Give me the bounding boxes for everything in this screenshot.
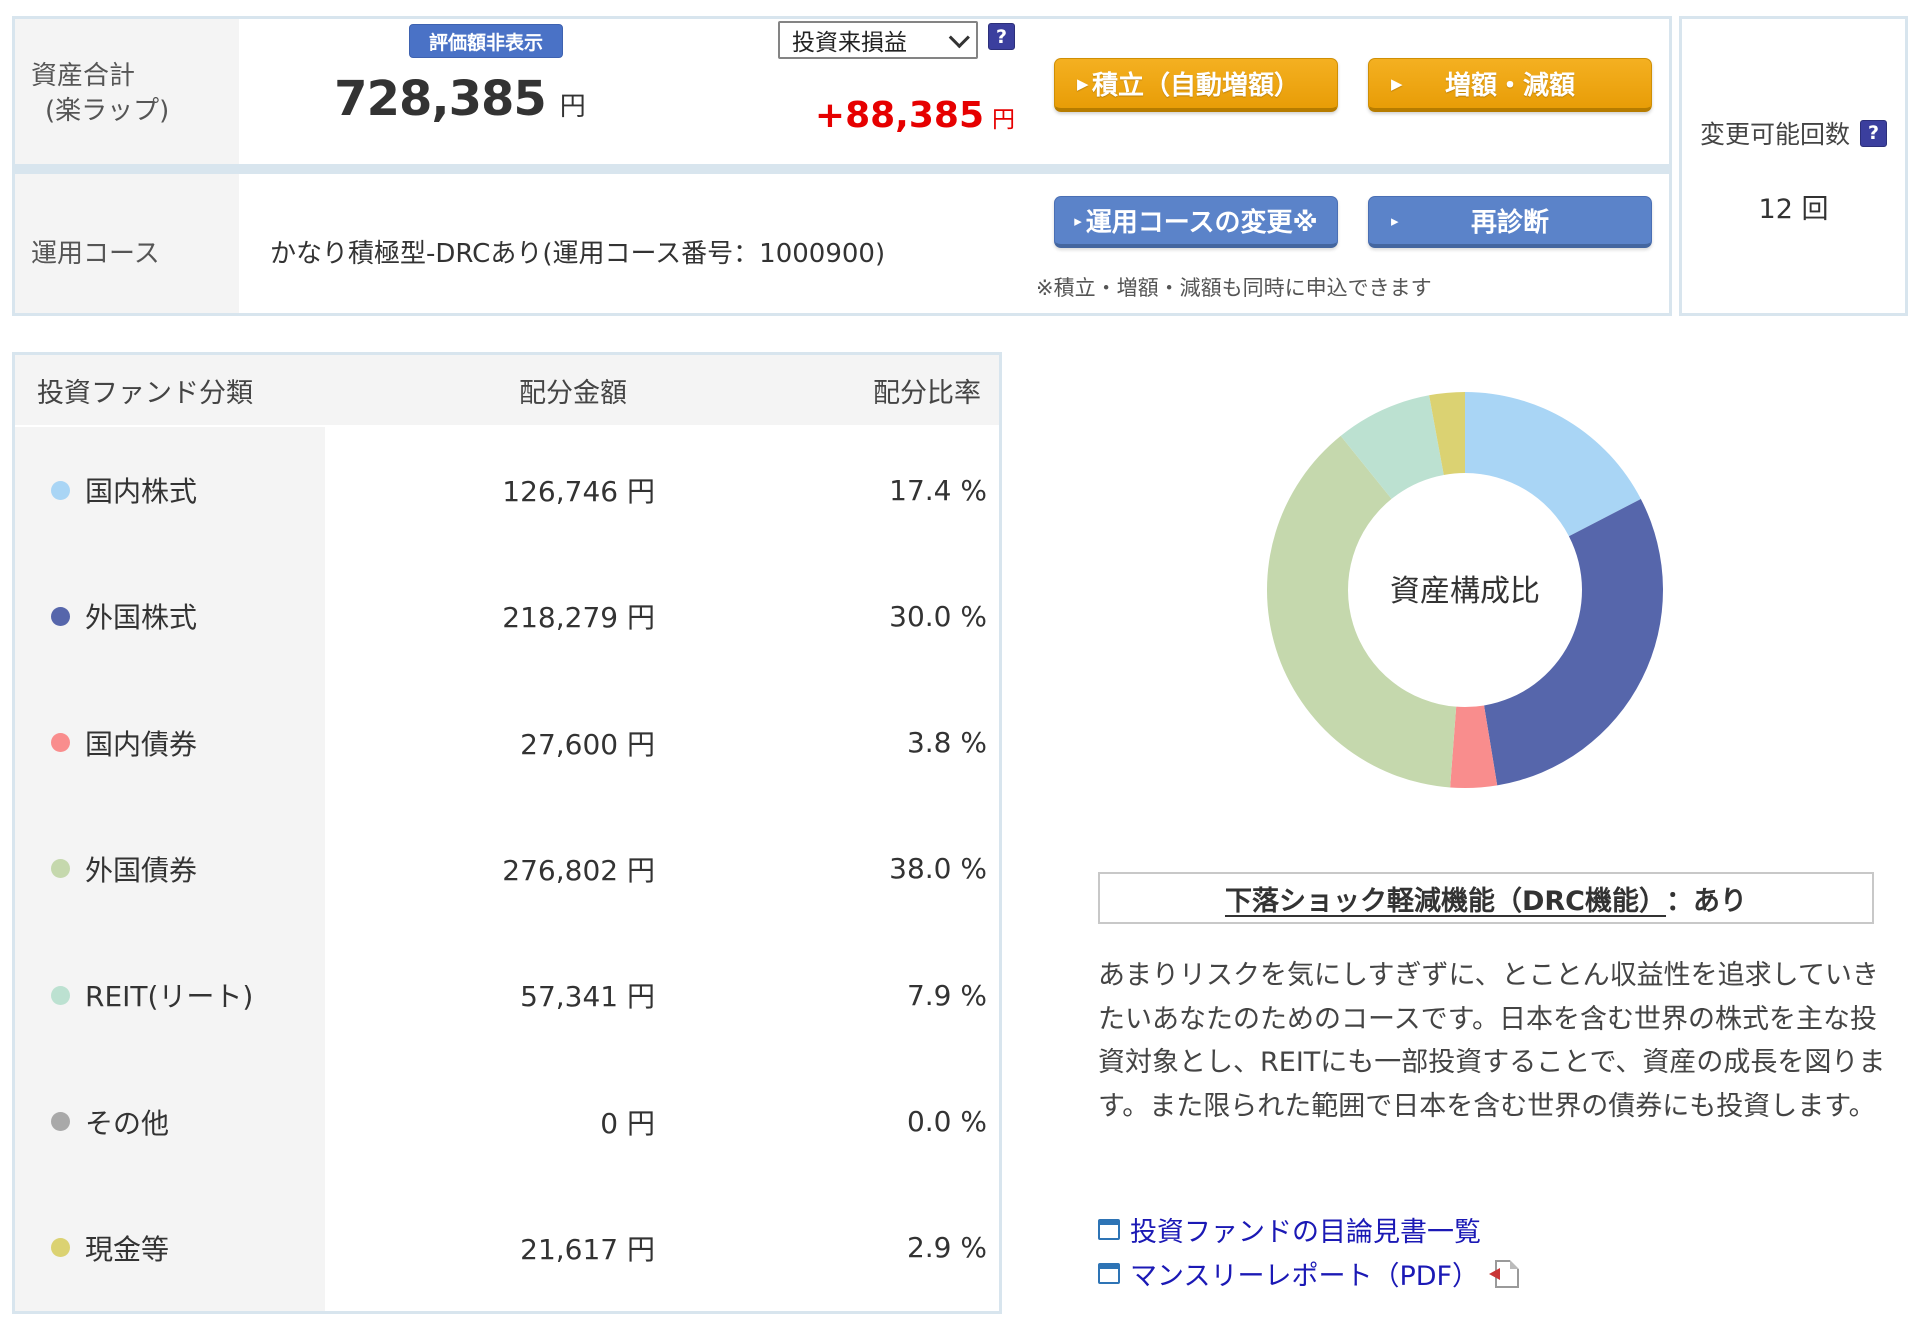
table-row-category: 現金等 <box>15 1185 325 1311</box>
donut-slice-外国債券 <box>1267 436 1456 788</box>
donut-slice-外国株式 <box>1484 499 1663 785</box>
category-label: REIT(リート) <box>85 975 253 1015</box>
profit-wrap: +88,385 円 <box>715 95 1015 136</box>
arrow-right-icon: ▸ <box>1391 212 1399 230</box>
help-icon-change-count[interactable] <box>1860 120 1887 147</box>
change-count-value: 12 回 <box>1682 187 1905 226</box>
ratio-cell: 2.9 % <box>675 1185 999 1311</box>
category-bullet <box>51 607 70 626</box>
table-row-category: 国内債券 <box>15 680 325 806</box>
category-label: その他 <box>85 1102 169 1142</box>
amount-cell: 0 円 <box>325 1058 675 1184</box>
category-bullet <box>51 859 70 878</box>
zougaku-genkaku-button[interactable]: ▶ 増額・減額 <box>1368 58 1652 112</box>
apply-note: ※積立・増額・減額も同時に申込できます <box>1036 272 1432 302</box>
prospectus-link-label: 投資ファンドの目論見書一覧 <box>1130 1210 1481 1249</box>
course-value: かなり積極型-DRCあり(運用コース番号：1000900) <box>270 233 885 270</box>
asset-total-label-main: 資産合計 <box>31 61 135 91</box>
profit-amount: +88,385 <box>815 95 984 136</box>
profit-amount-unit: 円 <box>992 100 1015 134</box>
category-bullet <box>51 1238 70 1257</box>
course-description: あまりリスクを気にしすぎずに、とことん収益性を追求していきたいあなたのためのコー… <box>1098 954 1903 1129</box>
chevron-down-icon <box>949 27 970 48</box>
hide-valuation-button[interactable]: 評価額非表示 <box>409 24 563 58</box>
tsumitate-button-label: 積立（自動増額） <box>1092 65 1300 102</box>
drc-title: 下落ショック軽減機能（DRC機能） <box>1225 879 1666 918</box>
ratio-cell: 3.8 % <box>675 680 999 806</box>
table-row-category: 外国株式 <box>15 553 325 679</box>
table-row-category: 国内株式 <box>15 427 325 553</box>
category-bullet <box>51 1112 70 1131</box>
category-label: 外国株式 <box>85 596 197 636</box>
amount-cell: 27,600 円 <box>325 680 675 806</box>
period-select-value: 投資来損益 <box>792 23 907 57</box>
column-header-ratio: 配分比率 <box>675 355 999 427</box>
total-amount-unit: 円 <box>560 86 586 123</box>
amount-cell: 218,279 円 <box>325 553 675 679</box>
arrow-right-icon: ▶ <box>1077 75 1089 93</box>
amount-cell: 126,746 円 <box>325 427 675 553</box>
total-amount-wrap: 728,385 円 <box>245 71 675 127</box>
prospectus-link[interactable]: 投資ファンドの目論見書一覧 <box>1098 1210 1481 1249</box>
period-select[interactable]: 投資来損益 <box>778 21 978 59</box>
tsumitate-button[interactable]: ▶ 積立（自動増額） <box>1054 58 1338 112</box>
donut-center-label: 資産構成比 <box>1315 566 1615 610</box>
category-label: 現金等 <box>85 1228 169 1268</box>
category-bullet <box>51 733 70 752</box>
course-change-button[interactable]: ▸ 運用コースの変更※ <box>1054 196 1338 248</box>
amount-cell: 21,617 円 <box>325 1185 675 1311</box>
external-window-icon <box>1098 1219 1120 1240</box>
column-header-category: 投資ファンド分類 <box>15 355 325 427</box>
change-count-box: 変更可能回数 12 回 <box>1679 16 1908 316</box>
amount-cell: 276,802 円 <box>325 806 675 932</box>
course-row-label: 運用コース <box>31 233 160 270</box>
category-bullet <box>51 986 70 1005</box>
column-header-amount: 配分金額 <box>325 355 675 427</box>
ratio-cell: 7.9 % <box>675 932 999 1058</box>
rediagnosis-button[interactable]: ▸ 再診断 <box>1368 196 1652 248</box>
category-bullet <box>51 481 70 500</box>
total-amount: 728,385 <box>334 71 546 127</box>
change-count-label: 変更可能回数 <box>1700 115 1850 151</box>
zougaku-button-label: 増額・減額 <box>1445 65 1575 102</box>
help-icon-period[interactable] <box>988 23 1015 50</box>
drc-status: ：あり <box>1666 879 1747 918</box>
table-row-category: REIT(リート) <box>15 932 325 1058</box>
course-change-button-label: 運用コースの変更※ <box>1086 202 1318 239</box>
category-label: 国内株式 <box>85 470 197 510</box>
rediagnosis-button-label: 再診断 <box>1471 202 1549 239</box>
monthly-report-link-label: マンスリーレポート（PDF） <box>1130 1254 1479 1293</box>
arrow-right-icon: ▸ <box>1074 212 1082 230</box>
monthly-report-link[interactable]: マンスリーレポート（PDF） <box>1098 1254 1519 1293</box>
allocation-table: 投資ファンド分類 配分金額 配分比率 国内株式 126,746 円 17.4 %… <box>12 352 1002 1314</box>
asset-total-label-sub: (楽ラップ) <box>31 94 169 129</box>
amount-cell: 57,341 円 <box>325 932 675 1058</box>
top-summary-box: 資産合計 (楽ラップ) 評価額非表示 728,385 円 投資来損益 +88,3… <box>12 16 1672 316</box>
arrow-right-icon: ▶ <box>1391 75 1403 93</box>
ratio-cell: 38.0 % <box>675 806 999 932</box>
row-divider <box>15 164 1669 174</box>
ratio-cell: 17.4 % <box>675 427 999 553</box>
ratio-cell: 0.0 % <box>675 1058 999 1184</box>
category-label: 国内債券 <box>85 723 197 763</box>
ratio-cell: 30.0 % <box>675 553 999 679</box>
external-window-icon <box>1098 1263 1120 1284</box>
drc-box: 下落ショック軽減機能（DRC機能）：あり <box>1098 872 1874 924</box>
asset-total-label: 資産合計 (楽ラップ) <box>31 59 169 129</box>
table-row-category: その他 <box>15 1058 325 1184</box>
pdf-icon[interactable] <box>1495 1260 1519 1288</box>
table-row-category: 外国債券 <box>15 806 325 932</box>
category-label: 外国債券 <box>85 849 197 889</box>
